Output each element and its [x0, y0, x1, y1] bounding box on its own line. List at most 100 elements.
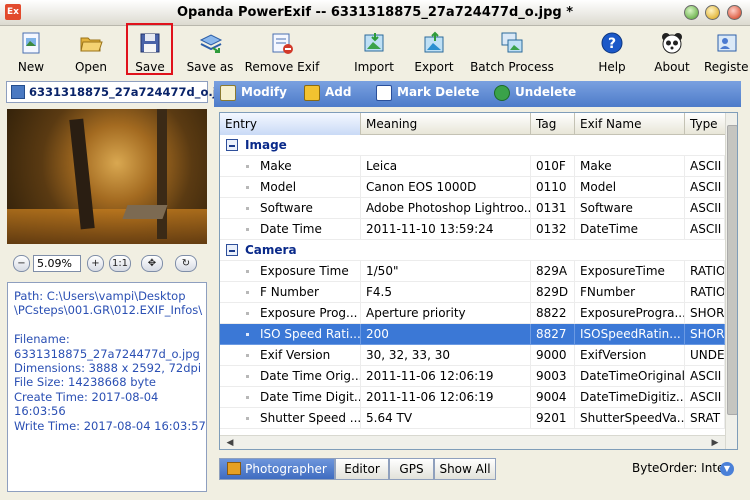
cell-type: UNDE — [685, 345, 725, 366]
zoom-out-button[interactable]: − — [13, 255, 30, 272]
minimize-button[interactable] — [684, 5, 699, 20]
cell-exif: FNumber — [575, 282, 685, 303]
vertical-scrollbar[interactable] — [725, 113, 737, 449]
info-filename: 6331318875_27a724477d_o.jpg — [14, 346, 200, 361]
new-button[interactable]: New — [8, 26, 54, 78]
vertical-scroll-thumb[interactable] — [727, 125, 737, 415]
table-row[interactable]: Make Leica 010F Make ASCII — [220, 156, 725, 177]
tab-show-all[interactable]: Show All — [434, 458, 496, 480]
table-row[interactable]: Exposure Time 1/50" 829A ExposureTime RATIO — [220, 261, 725, 282]
cell-exif: DateTimeDigitiz... — [575, 387, 685, 408]
cell-exif: DateTimeOriginal — [575, 366, 685, 387]
cell-entry: F Number — [220, 282, 361, 303]
table-row[interactable]: Date Time Orig... 2011-11-06 12:06:19 9003… — [220, 366, 725, 387]
table-row[interactable]: Model Canon EOS 1000D 0110 Model ASCII — [220, 177, 725, 198]
import-button[interactable]: Import — [350, 26, 398, 78]
chevron-down-icon[interactable]: ▼ — [720, 462, 734, 476]
undelete-icon — [494, 85, 510, 101]
cell-exif: ISOSpeedRatin... — [575, 324, 685, 345]
table-row[interactable]: Exif Version 30, 32, 33, 30 9000 ExifVersio… — [220, 345, 725, 366]
cell-type: RATIO — [685, 282, 725, 303]
collapse-icon[interactable] — [226, 244, 238, 256]
byte-order-label: ByteOrder: Intel — [632, 461, 728, 475]
zoom-in-button[interactable]: + — [87, 255, 104, 272]
add-button[interactable]: Add — [304, 85, 351, 103]
export-icon — [424, 31, 444, 53]
info-filename-label: Filename: — [14, 332, 70, 347]
column-header-exif-name[interactable]: Exif Name — [575, 113, 685, 135]
batch-process-button[interactable]: Batch Process — [466, 26, 558, 78]
table-row[interactable]: Date Time 2011-11-10 13:59:24 0132 DateTime… — [220, 219, 725, 240]
title-bar: Ex Opanda PowerExif -- 6331318875_27a724… — [0, 0, 750, 26]
column-header-entry[interactable]: Entry — [220, 113, 361, 135]
cell-meaning: Canon EOS 1000D — [361, 177, 531, 198]
table-row[interactable]: Date Time Digit... 2011-11-06 12:06:19 900… — [220, 387, 725, 408]
help-button[interactable]: ? Help — [592, 26, 632, 78]
group-row-camera[interactable]: Camera — [220, 240, 725, 261]
cell-type: SHOR — [685, 303, 725, 324]
cell-entry: Exposure Prog... — [220, 303, 361, 324]
open-button[interactable]: Open — [66, 26, 116, 78]
fit-window-icon[interactable]: ✥ — [141, 255, 163, 272]
tab-gps[interactable]: GPS — [389, 458, 434, 480]
cell-meaning: F4.5 — [361, 282, 531, 303]
mark-delete-button[interactable]: Mark Delete — [376, 85, 479, 103]
cell-tag: 9003 — [531, 366, 575, 387]
info-write-time: Write Time: 2017-08-04 16:03:57 — [14, 418, 206, 433]
tab-editor[interactable]: Editor — [335, 458, 389, 480]
mark-delete-icon — [376, 85, 392, 101]
scroll-left-icon[interactable]: ◀ — [224, 437, 236, 449]
column-header-meaning[interactable]: Meaning — [361, 113, 531, 135]
cell-tag: 8827 — [531, 324, 575, 345]
cell-tag: 010F — [531, 156, 575, 177]
column-header-type[interactable]: Type — [685, 113, 725, 135]
zoom-level-input[interactable]: 5.09% — [33, 255, 81, 272]
remove-exif-button[interactable]: Remove Exif — [244, 26, 320, 78]
preview-bench — [122, 205, 168, 219]
scroll-right-icon[interactable]: ▶ — [709, 437, 721, 449]
file-info-panel: Path: C:\Users\vampi\Desktop \PCsteps\00… — [7, 282, 207, 492]
close-button[interactable] — [727, 5, 742, 20]
info-file-size: File Size: 14238668 byte — [14, 375, 156, 390]
cell-exif: ShutterSpeedVa... — [575, 408, 685, 429]
undelete-button[interactable]: Undelete — [494, 85, 576, 103]
cell-exif: Make — [575, 156, 685, 177]
import-icon — [364, 33, 384, 52]
maximize-button[interactable] — [705, 5, 720, 20]
pencil-icon — [220, 85, 236, 101]
cell-tag: 9201 — [531, 408, 575, 429]
table-row[interactable]: Shutter Speed ... 5.64 TV 9201 ShutterSpeed… — [220, 408, 725, 429]
about-button[interactable]: About — [650, 26, 694, 78]
cell-meaning: 200 — [361, 324, 531, 345]
horizontal-scrollbar[interactable]: ◀ ▶ — [220, 435, 725, 449]
group-row-image[interactable]: Image — [220, 135, 725, 156]
rotate-icon[interactable]: ↻ — [175, 255, 197, 272]
register-button[interactable]: Registe — [704, 26, 750, 78]
modify-button[interactable]: Modify — [220, 85, 287, 103]
table-row[interactable]: F Number F4.5 829D FNumber RATIO — [220, 282, 725, 303]
cell-exif: ExposureProgra... — [575, 303, 685, 324]
collapse-icon[interactable] — [226, 139, 238, 151]
table-row[interactable]: Software Adobe Photoshop Lightroo... 0131 S… — [220, 198, 725, 219]
panda-icon — [662, 33, 682, 54]
cell-tag: 829D — [531, 282, 575, 303]
table-row[interactable]: Exposure Prog... Aperture priority 8822 Exp… — [220, 303, 725, 324]
batch-process-icon — [501, 32, 523, 53]
tab-photographer[interactable]: Photographer — [219, 458, 335, 480]
cell-tag: 0132 — [531, 219, 575, 240]
cell-meaning: 2011-11-10 13:59:24 — [361, 219, 531, 240]
table-row[interactable]: ISO Speed Rati... 200 8827 ISOSpeedRatin...… — [220, 324, 725, 345]
cell-meaning: 30, 32, 33, 30 — [361, 345, 531, 366]
file-name: 6331318875_27a724477d_o.jp — [29, 85, 225, 99]
group-name: Image — [245, 138, 287, 152]
help-icon: ? — [601, 32, 623, 54]
column-header-tag[interactable]: Tag — [531, 113, 575, 135]
file-tab[interactable]: 6331318875_27a724477d_o.jp — [6, 81, 225, 103]
info-create-time-cont: 16:03:56 — [14, 404, 66, 419]
cell-tag: 0110 — [531, 177, 575, 198]
save-as-button[interactable]: Save as — [184, 26, 236, 78]
export-button[interactable]: Export — [410, 26, 458, 78]
new-document-icon — [22, 32, 40, 54]
zoom-actual-size-button[interactable]: 1:1 — [109, 255, 131, 272]
